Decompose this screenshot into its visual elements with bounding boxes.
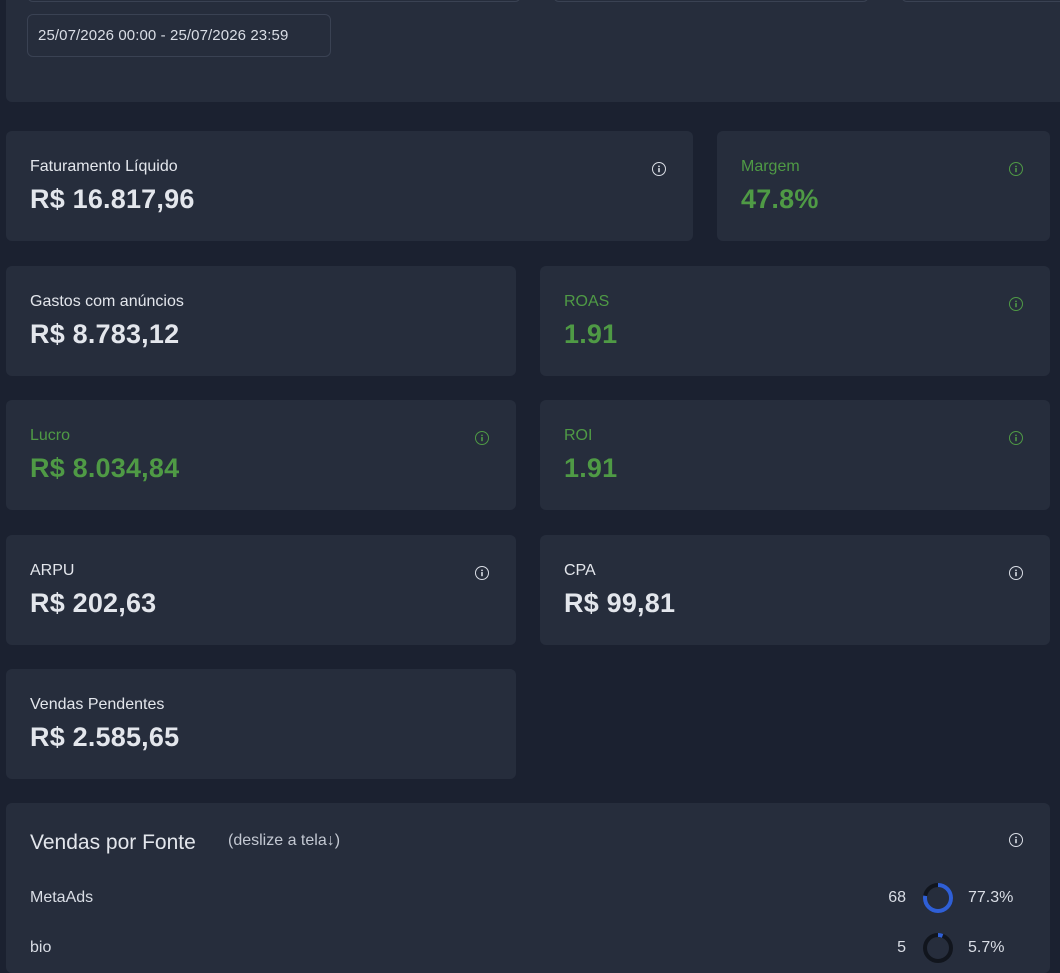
source-name: MetaAds <box>30 889 94 906</box>
card-cpa: CPA R$ 99,81 <box>540 535 1050 645</box>
info-icon[interactable] <box>1009 297 1023 311</box>
info-icon[interactable] <box>475 566 489 580</box>
gastos-label: Gastos com anúncios <box>30 293 184 310</box>
info-icon[interactable] <box>1009 833 1023 847</box>
lucro-value: R$ 8.034,84 <box>30 453 180 483</box>
arpu-value: R$ 202,63 <box>30 588 157 618</box>
roas-label: ROAS <box>564 293 610 310</box>
roi-label: ROI <box>564 427 593 444</box>
card-vendas-pendentes: Vendas Pendentes R$ 2.585,65 <box>6 669 516 779</box>
filter-field-1[interactable] <box>27 0 521 2</box>
info-icon[interactable] <box>1009 162 1023 176</box>
arpu-label: ARPU <box>30 562 75 579</box>
roi-value: 1.91 <box>564 453 618 483</box>
vendas-fonte-title: Vendas por Fonte <box>30 831 196 854</box>
card-lucro: Lucro R$ 8.034,84 <box>6 400 516 510</box>
source-count: 68 <box>888 889 906 906</box>
date-range-picker[interactable]: 25/07/2026 00:00 - 25/07/2026 23:59 <box>27 14 331 57</box>
donut-chart <box>923 883 953 913</box>
donut-chart <box>923 933 953 963</box>
roas-value: 1.91 <box>564 319 618 349</box>
info-icon[interactable] <box>475 431 489 445</box>
cpa-value: R$ 99,81 <box>564 588 676 618</box>
source-count: 5 <box>897 939 906 956</box>
margem-value: 47.8% <box>741 184 819 214</box>
card-gastos: Gastos com anúncios R$ 8.783,12 <box>6 266 516 376</box>
card-margem: Margem 47.8% <box>717 131 1050 241</box>
source-name: bio <box>30 939 52 956</box>
filter-field-2[interactable] <box>553 0 869 2</box>
cpa-label: CPA <box>564 562 596 579</box>
vendas-por-fonte-card: Vendas por Fonte (deslize a tela↓) MetaA… <box>6 803 1050 973</box>
card-roas: ROAS 1.91 <box>540 266 1050 376</box>
info-icon[interactable] <box>1009 566 1023 580</box>
info-icon[interactable] <box>1009 431 1023 445</box>
info-icon[interactable] <box>652 162 666 176</box>
pendentes-label: Vendas Pendentes <box>30 696 165 713</box>
card-faturamento: Faturamento Líquido R$ 16.817,96 <box>6 131 693 241</box>
source-percent: 5.7% <box>968 939 1005 956</box>
gastos-value: R$ 8.783,12 <box>30 319 180 349</box>
donut-track <box>923 933 953 963</box>
card-arpu: ARPU R$ 202,63 <box>6 535 516 645</box>
faturamento-label: Faturamento Líquido <box>30 158 178 175</box>
pendentes-value: R$ 2.585,65 <box>30 722 180 752</box>
card-roi: ROI 1.91 <box>540 400 1050 510</box>
faturamento-value: R$ 16.817,96 <box>30 184 195 214</box>
source-percent: 77.3% <box>968 889 1014 906</box>
filter-field-3[interactable] <box>901 0 1060 2</box>
lucro-label: Lucro <box>30 427 71 444</box>
scroll-hint: (deslize a tela↓) <box>228 832 341 849</box>
margem-label: Margem <box>741 158 800 175</box>
